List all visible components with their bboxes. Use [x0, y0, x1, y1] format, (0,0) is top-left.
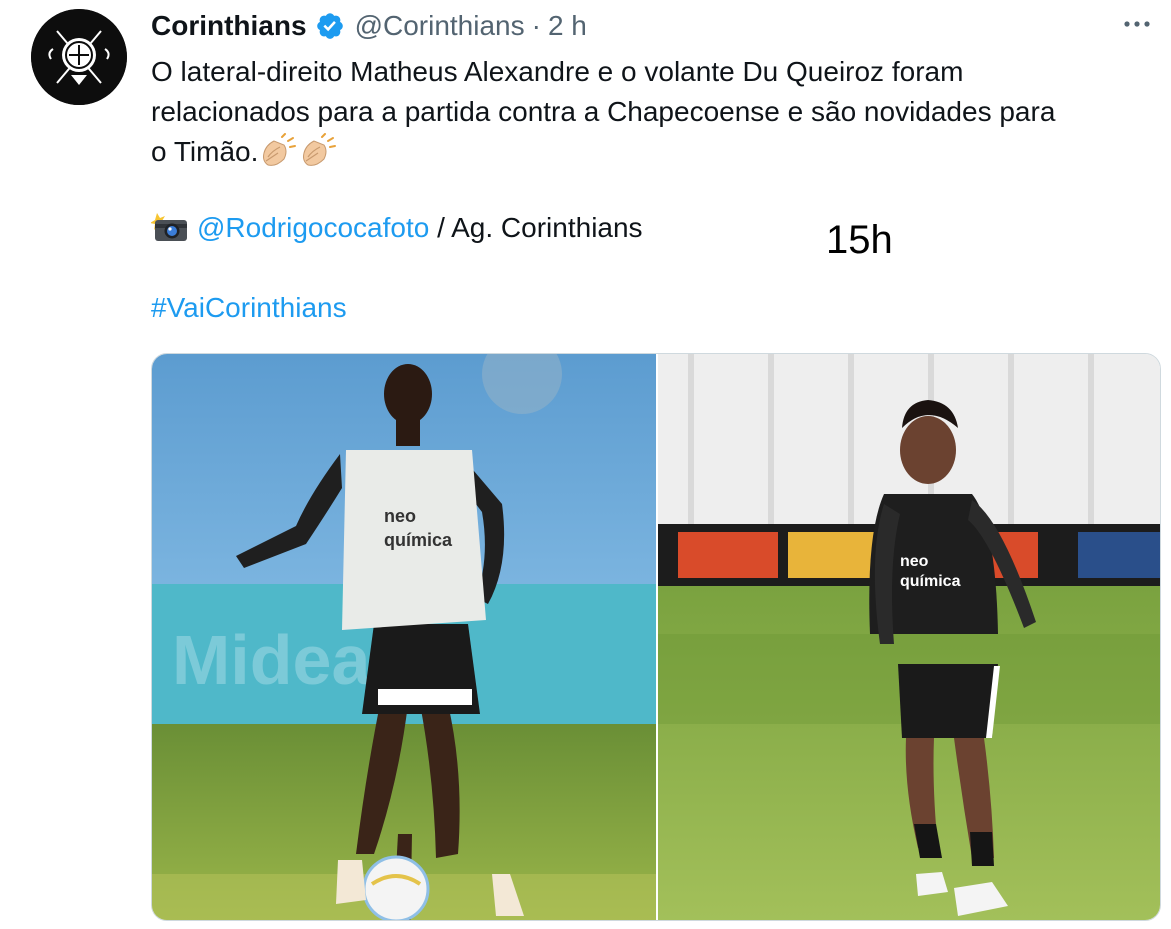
author-handle[interactable]: @Corinthians: [355, 10, 525, 42]
svg-text:neo: neo: [900, 553, 929, 570]
camera-flash-emoji-icon: [151, 213, 187, 241]
media-grid: Midea neo química neo química: [151, 353, 1161, 921]
tweet-header: Corinthians @Corinthians · 2 h: [151, 6, 587, 46]
more-options-icon[interactable]: [1119, 10, 1155, 38]
photo-right[interactable]: neo química: [658, 354, 1160, 920]
tweet-text-line-3: o Timão.: [151, 132, 1151, 172]
svg-text:química: química: [900, 573, 961, 590]
clapping-hands-emoji-icon: [303, 133, 337, 166]
photo-player-jersey: neo química: [658, 354, 1160, 920]
tweet-text-line-1: O lateral-direito Matheus Alexandre e o …: [151, 56, 964, 87]
svg-text:química: química: [384, 530, 453, 550]
tweet-text-line-2: relacionados para a partida contra a Cha…: [151, 96, 1056, 127]
photographer-mention-link[interactable]: @Rodrigococafoto: [197, 212, 429, 243]
clapping-hands-emoji-icon: [263, 133, 297, 166]
photo-left[interactable]: Midea neo química: [152, 354, 656, 920]
avatar[interactable]: [31, 9, 127, 105]
svg-text:Midea: Midea: [172, 621, 371, 699]
photo-credit: @Rodrigococafoto / Ag. Corinthians: [151, 208, 643, 248]
photo-credit-agency: / Ag. Corinthians: [429, 212, 643, 243]
corinthians-crest-icon: [31, 9, 127, 105]
photo-player-bib: Midea neo química: [152, 354, 656, 920]
tweet-text: O lateral-direito Matheus Alexandre e o …: [151, 52, 1151, 172]
tweet-text-line-3-text: o Timão.: [151, 136, 259, 167]
overlay-time-text: 15h: [826, 218, 893, 262]
separator-dot: ·: [531, 10, 541, 41]
svg-text:neo: neo: [384, 506, 416, 526]
tweet-timestamp[interactable]: 2 h: [548, 10, 587, 42]
verified-badge-icon: [316, 13, 343, 39]
hashtag-link[interactable]: #VaiCorinthians: [151, 288, 347, 328]
author-name[interactable]: Corinthians: [151, 10, 307, 42]
